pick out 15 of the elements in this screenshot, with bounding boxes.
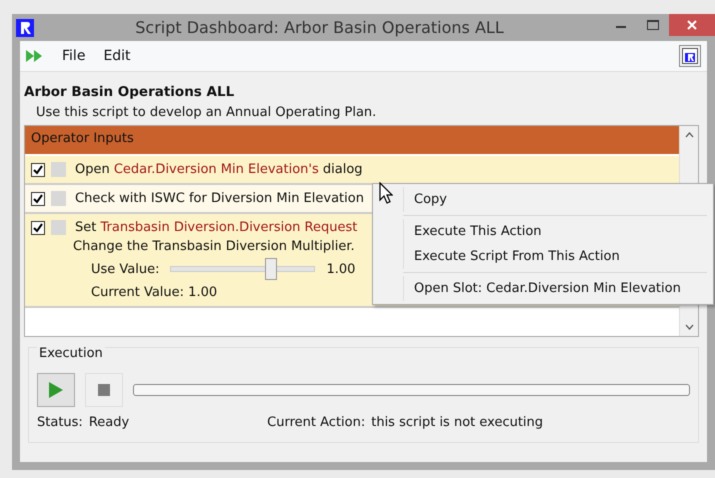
action-note: Change the Transbasin Diversion Multiplier. (72, 239, 356, 254)
action-text: Check with ISWC for Diversion Min Elevation (75, 191, 364, 206)
current-action-value: this script is not executing (371, 415, 544, 430)
current-value: Current Value: 1.00 (91, 285, 218, 300)
window-title: Script Dashboard: Arbor Basin Operations ALL (134, 18, 505, 37)
status-value: Ready (88, 415, 130, 430)
script-description: Use this script to develop an Annual Operating Plan. (35, 105, 378, 120)
slider-value: 1.00 (326, 262, 356, 276)
action-text: Open Cedar.Diversion Min Elevation's dialog (75, 162, 363, 177)
action-text: Set Transbasin Diversion.Diversion Request (75, 220, 358, 235)
section-header: Operator Inputs (25, 126, 679, 154)
status-label: Status: (37, 415, 83, 430)
use-value-label: Use Value: (91, 262, 160, 276)
script-name: Arbor Basin Operations ALL (24, 84, 236, 100)
current-action-label: Current Action: (267, 415, 366, 430)
